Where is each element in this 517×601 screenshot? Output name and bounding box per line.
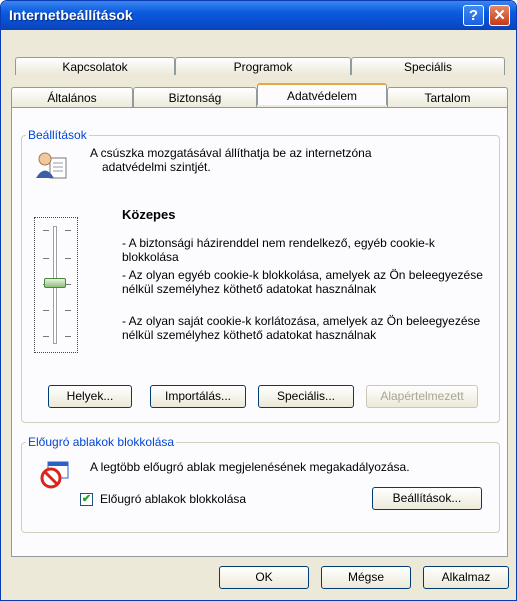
slider-tick [43, 336, 49, 337]
advanced-settings-button[interactable]: Speciális... [258, 385, 354, 408]
intro-line2: adatvédelmi szintjét. [102, 160, 211, 174]
sites-button[interactable]: Helyek... [48, 385, 132, 408]
ok-button[interactable]: OK [219, 566, 309, 589]
tab-advanced[interactable]: Speciális [351, 57, 505, 75]
import-button[interactable]: Importálás... [150, 385, 246, 408]
popup-group: Előugró ablakok blokkolása [21, 435, 500, 533]
tab-privacy[interactable]: Adatvédelem [257, 83, 387, 105]
privacy-bullet-1: - A biztonsági házirenddel nem rendelkez… [122, 236, 435, 264]
popup-legend: Előugró ablakok blokkolása [28, 435, 175, 449]
privacy-slider[interactable] [34, 217, 78, 353]
privacy-bullet-2: - Az olyan egyéb cookie-k blokkolása, am… [122, 268, 483, 296]
slider-tick [65, 230, 71, 231]
slider-tick [43, 310, 49, 311]
block-popup-icon [40, 461, 69, 489]
slider-tick [65, 336, 71, 337]
slider-tick [65, 310, 71, 311]
settings-legend: Beállítások [28, 128, 87, 142]
popup-description: A legtöbb előugró ablak megjelenésének m… [90, 460, 410, 474]
close-button[interactable]: ✕ [489, 5, 510, 26]
window-title: Internetbeállítások [9, 7, 133, 23]
tab-connections[interactable]: Kapcsolatok [15, 57, 175, 75]
tab-general[interactable]: Általános [11, 87, 133, 108]
cancel-button[interactable]: Mégse [321, 566, 411, 589]
tab-content[interactable]: Tartalom [387, 87, 508, 108]
tab-security[interactable]: Biztonság [133, 87, 257, 108]
person-with-document-icon [36, 152, 67, 179]
title-bar[interactable]: Internetbeállítások ? ✕ [1, 1, 516, 30]
slider-tick [65, 258, 71, 259]
popup-settings-button[interactable]: Beállítások... [372, 487, 482, 510]
popup-block-checkbox[interactable]: ✔ [80, 493, 93, 506]
privacy-level-title: Közepes [122, 207, 176, 222]
slider-tick [43, 258, 49, 259]
popup-checkbox-label[interactable]: Előugró ablakok blokkolása [100, 492, 246, 506]
privacy-bullet-3: - Az olyan saját cookie-k korlátozása, a… [122, 314, 481, 342]
slider-tick [43, 230, 49, 231]
apply-button[interactable]: Alkalmaz [423, 566, 509, 589]
privacy-panel: Beállítások A csúszka mozgatásával állít… [11, 107, 508, 557]
slider-thumb[interactable] [44, 278, 66, 288]
help-button[interactable]: ? [463, 5, 484, 26]
default-button[interactable]: Alapértelmezett [366, 385, 478, 408]
intro-line1: A csúszka mozgatásával állíthatja be az … [90, 146, 372, 160]
internet-options-dialog: Internetbeállítások ? ✕ Kapcsolatok Prog… [0, 0, 517, 601]
tab-programs[interactable]: Programok [175, 57, 351, 75]
